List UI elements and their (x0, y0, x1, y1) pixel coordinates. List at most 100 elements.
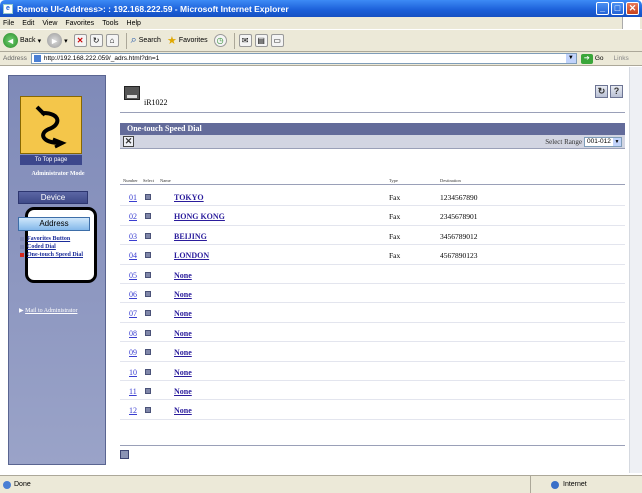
row-name[interactable]: None (174, 368, 192, 377)
window-controls: _ □ ✕ (596, 2, 639, 15)
row-number[interactable]: 05 (129, 271, 137, 280)
chevron-down-icon: ▼ (613, 138, 621, 146)
row-number[interactable]: 01 (129, 193, 137, 202)
back-arrow-icon: ◄ (3, 33, 18, 48)
edit-button[interactable]: ▭ (270, 34, 284, 47)
home-button[interactable]: ⌂ (105, 34, 119, 47)
col-select: Select (143, 178, 154, 183)
page-status-icon (3, 480, 11, 489)
row-number[interactable]: 08 (129, 329, 137, 338)
row-destination: 2345678901 (440, 212, 478, 222)
row-name[interactable]: None (174, 290, 192, 299)
submenu-item-favorites-button[interactable]: Favorites Button (20, 236, 94, 242)
address-url: http://192.168.222.059/_adrs.html?dn=1 (43, 55, 160, 62)
maximize-button[interactable]: □ (611, 2, 624, 15)
links-button[interactable]: Links (614, 55, 629, 62)
list-row: 12 None (120, 400, 625, 420)
mail-button[interactable]: ✉ (238, 34, 252, 47)
select-checkbox[interactable] (145, 349, 151, 356)
select-checkbox[interactable] (145, 232, 151, 239)
list-row: 09 None (120, 342, 625, 362)
back-button[interactable]: ◄ Back ▾ (3, 33, 41, 48)
refresh-button[interactable]: ↻ (89, 34, 103, 47)
search-button[interactable]: ⌕ Search (131, 34, 161, 47)
list-row: 04 LONDON Fax 4567890123 (120, 245, 625, 265)
menu-edit[interactable]: Edit (22, 20, 34, 27)
address-input[interactable]: http://192.168.222.059/_adrs.html?dn=1 ▼ (30, 53, 577, 64)
close-button[interactable]: ✕ (626, 2, 639, 15)
delete-icon[interactable]: ✕ (123, 136, 134, 147)
row-number[interactable]: 03 (129, 232, 137, 241)
row-name[interactable]: TOKYO (174, 193, 204, 202)
refresh-icon[interactable]: ↻ (595, 85, 608, 98)
device-button[interactable]: Device (18, 191, 88, 204)
range-select[interactable]: 001-012 ▼ (584, 137, 622, 147)
go-button[interactable]: ➔ Go (580, 53, 604, 64)
list-row: 03 BEIJING Fax 3456789012 (120, 226, 625, 246)
window-title: Remote UI<Address>: : 192.168.222.59 - M… (17, 3, 289, 14)
submenu-item-coded-dial[interactable]: Coded Dial (20, 244, 94, 250)
history-button[interactable]: ◷ (213, 34, 227, 47)
minimize-button[interactable]: _ (596, 2, 609, 15)
address-button[interactable]: Address (18, 217, 90, 231)
list-row: 07 None (120, 303, 625, 323)
row-name[interactable]: HONG KONG (174, 212, 225, 221)
address-dropdown-icon[interactable]: ▼ (565, 54, 576, 63)
select-checkbox[interactable] (145, 407, 151, 414)
status-text: Done (14, 481, 31, 488)
vertical-scrollbar[interactable] (629, 67, 642, 473)
row-number[interactable]: 11 (129, 387, 137, 396)
row-number[interactable]: 06 (129, 290, 137, 299)
select-checkbox[interactable] (145, 387, 151, 394)
row-number[interactable]: 04 (129, 251, 137, 260)
row-number[interactable]: 02 (129, 212, 137, 221)
select-checkbox[interactable] (145, 252, 151, 259)
row-number[interactable]: 10 (129, 368, 137, 377)
page-top-icon[interactable] (120, 450, 129, 459)
bullet-icon (20, 237, 24, 241)
row-type: Fax (389, 193, 401, 202)
list-row: 10 None (120, 362, 625, 381)
favorites-button[interactable]: ★ Favorites (167, 34, 208, 47)
select-checkbox[interactable] (145, 329, 151, 336)
header-icons: ↻ ? (595, 85, 623, 98)
menu-tools[interactable]: Tools (102, 20, 118, 27)
address-bar: Address http://192.168.222.059/_adrs.htm… (0, 52, 642, 66)
window-titlebar: e Remote UI<Address>: : 192.168.222.59 -… (0, 0, 642, 17)
menu-file[interactable]: File (3, 20, 14, 27)
row-number[interactable]: 09 (129, 348, 137, 357)
select-checkbox[interactable] (145, 368, 151, 375)
select-checkbox[interactable] (145, 290, 151, 297)
col-name: Name (160, 178, 171, 183)
row-name[interactable]: None (174, 387, 192, 396)
help-icon[interactable]: ? (610, 85, 623, 98)
print-button[interactable]: ▤ (254, 34, 268, 47)
row-name[interactable]: None (174, 348, 192, 357)
row-number[interactable]: 12 (129, 406, 137, 415)
row-name[interactable]: None (174, 406, 192, 415)
range-bar: ✕ Select Range 001-012 ▼ (120, 135, 625, 149)
top-page-button[interactable]: To Top page (20, 155, 82, 165)
row-name[interactable]: BEIJING (174, 232, 207, 241)
select-checkbox[interactable] (145, 194, 151, 200)
mail-to-admin-link[interactable]: ▶ Mail to Administrator (19, 308, 77, 315)
zone-label: Internet (563, 481, 587, 488)
menu-favorites[interactable]: Favorites (65, 20, 94, 27)
row-name[interactable]: LONDON (174, 251, 209, 260)
remote-ui-logo[interactable] (20, 96, 82, 154)
row-name[interactable]: None (174, 329, 192, 338)
forward-button[interactable]: ► ▾ (47, 33, 68, 48)
select-checkbox[interactable] (145, 271, 151, 278)
select-checkbox[interactable] (145, 310, 151, 317)
select-checkbox[interactable] (145, 213, 151, 220)
go-arrow-icon: ➔ (580, 53, 593, 64)
menu-view[interactable]: View (42, 20, 57, 27)
row-type: Fax (389, 212, 401, 222)
stop-button[interactable]: ✕ (73, 34, 87, 47)
menu-help[interactable]: Help (127, 20, 141, 27)
row-number[interactable]: 07 (129, 309, 137, 318)
submenu-item-one-touch-speed-dial[interactable]: One-touch Speed Dial (20, 252, 94, 258)
row-name[interactable]: None (174, 309, 192, 318)
row-name[interactable]: None (174, 271, 192, 280)
forward-dropdown-icon: ▾ (64, 37, 68, 45)
